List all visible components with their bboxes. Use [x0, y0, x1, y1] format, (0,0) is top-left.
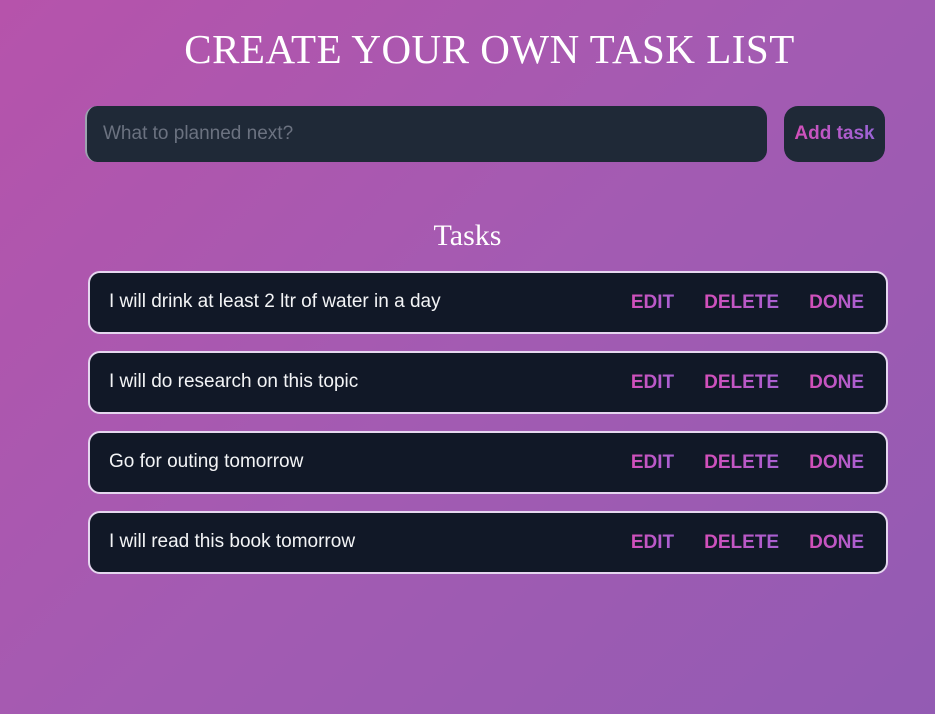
- task-list: I will drink at least 2 ltr of water in …: [88, 271, 888, 591]
- task-input[interactable]: [85, 106, 767, 162]
- delete-button[interactable]: DELETE: [704, 452, 779, 474]
- edit-button[interactable]: EDIT: [631, 292, 674, 314]
- delete-button[interactable]: DELETE: [704, 532, 779, 554]
- done-button[interactable]: DONE: [809, 532, 864, 554]
- task-actions: EDIT DELETE DONE: [631, 372, 864, 394]
- task-text: I will read this book tomorrow: [109, 530, 356, 552]
- task-actions: EDIT DELETE DONE: [631, 532, 864, 554]
- task-actions: EDIT DELETE DONE: [631, 452, 864, 474]
- done-button[interactable]: DONE: [809, 452, 864, 474]
- task-item: I will drink at least 2 ltr of water in …: [88, 271, 888, 334]
- add-task-button[interactable]: Add task: [784, 106, 885, 162]
- task-text: I will do research on this topic: [109, 370, 359, 392]
- tasks-heading: Tasks: [433, 219, 502, 252]
- task-text: I will drink at least 2 ltr of water in …: [109, 290, 441, 312]
- delete-button[interactable]: DELETE: [704, 292, 779, 314]
- task-item: I will do research on this topic EDIT DE…: [88, 351, 888, 414]
- edit-button[interactable]: EDIT: [631, 532, 674, 554]
- delete-button[interactable]: DELETE: [704, 372, 779, 394]
- task-text: Go for outing tomorrow: [109, 450, 304, 472]
- task-item: Go for outing tomorrow EDIT DELETE DONE: [88, 431, 888, 494]
- task-item: I will read this book tomorrow EDIT DELE…: [88, 511, 888, 574]
- task-actions: EDIT DELETE DONE: [631, 292, 864, 314]
- done-button[interactable]: DONE: [809, 372, 864, 394]
- edit-button[interactable]: EDIT: [631, 452, 674, 474]
- add-task-label: Add task: [794, 123, 875, 144]
- page-title: CREATE YOUR OWN TASK LIST: [184, 26, 795, 72]
- edit-button[interactable]: EDIT: [631, 372, 674, 394]
- done-button[interactable]: DONE: [809, 292, 864, 314]
